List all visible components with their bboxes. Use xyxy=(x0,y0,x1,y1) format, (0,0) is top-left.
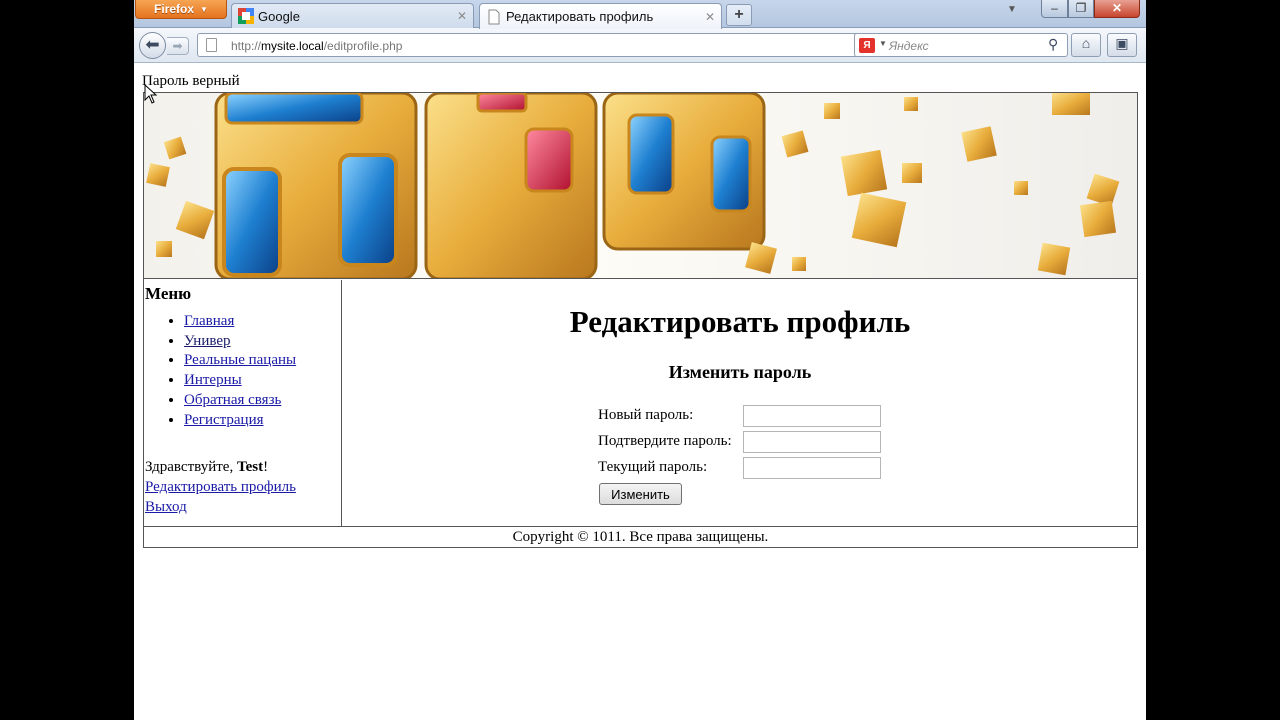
tab-strip: Firefox ▼ Google ✕ Редактировать профиль… xyxy=(134,0,1146,29)
chevron-down-icon[interactable]: ▼ xyxy=(879,39,887,48)
home-button[interactable]: ⌂ xyxy=(1071,33,1101,57)
firefox-menu-label: Firefox xyxy=(154,2,195,16)
footer: Copyright © 1011. Все права защищены. xyxy=(144,526,1137,547)
menu-link-feedback[interactable]: Обратная связь xyxy=(184,392,281,408)
forward-button[interactable]: ➡ xyxy=(167,37,189,55)
new-tab-button[interactable]: + xyxy=(726,4,752,26)
back-button[interactable]: ⬅ xyxy=(139,32,166,59)
tab-title: Google xyxy=(258,8,300,24)
list-item: Регистрация xyxy=(184,411,296,431)
close-icon[interactable]: ✕ xyxy=(705,10,715,24)
addon-bar-button[interactable]: ▣ xyxy=(1107,33,1137,57)
banner-image xyxy=(146,93,1120,278)
minimize-button[interactable]: – xyxy=(1041,0,1068,18)
firefox-menu-button[interactable]: Firefox ▼ xyxy=(135,0,227,19)
edit-profile-link[interactable]: Редактировать профиль xyxy=(145,479,296,496)
form-heading: Изменить пароль xyxy=(668,362,812,382)
confirm-password-label: Подтвердите пароль: xyxy=(598,433,732,449)
logout-link[interactable]: Выход xyxy=(145,499,187,516)
menu-list: Главная Универ Реальные пацаны Интерны О… xyxy=(144,312,296,430)
page-icon xyxy=(488,9,500,24)
yandex-engine-icon[interactable]: Я xyxy=(859,38,875,53)
list-item: Универ xyxy=(184,332,296,352)
chevron-down-icon: ▼ xyxy=(200,4,208,14)
browser-window: Firefox ▼ Google ✕ Редактировать профиль… xyxy=(134,0,1146,720)
confirm-password-field[interactable] xyxy=(743,431,881,453)
list-all-tabs-icon[interactable]: ▼ xyxy=(1007,4,1017,15)
current-password-label: Текущий пароль: xyxy=(598,459,708,475)
main-content: Редактировать профиль Изменить пароль Но… xyxy=(343,280,1137,526)
search-placeholder: Яндекс xyxy=(889,39,929,53)
menu-link-home[interactable]: Главная xyxy=(184,313,234,329)
sidebar: Меню Главная Универ Реальные пацаны Инте… xyxy=(144,280,342,526)
list-item: Обратная связь xyxy=(184,391,296,411)
web-page: Пароль верный Меню • Главная • Универ • … xyxy=(134,64,1146,720)
search-icon[interactable]: ⚲ xyxy=(1048,36,1058,53)
mouse-cursor-icon xyxy=(144,84,158,104)
navigation-toolbar: ⬅ ➡ http://mysite.local/editprofile.php … xyxy=(134,28,1146,63)
menu-link-realnye-patsany[interactable]: Реальные пацаны xyxy=(184,352,296,368)
maximize-button[interactable]: ❐ xyxy=(1068,0,1094,18)
google-favicon-icon xyxy=(238,8,254,24)
list-item: Главная xyxy=(184,312,296,332)
menu-link-interny[interactable]: Интерны xyxy=(184,372,242,388)
page-title: Редактировать профиль xyxy=(569,304,911,339)
menu-link-univer[interactable]: Универ xyxy=(184,333,231,349)
new-password-label: Новый пароль: xyxy=(598,407,694,423)
greeting-text: Здравствуйте, Test! xyxy=(145,459,269,475)
current-password-field[interactable] xyxy=(743,457,881,479)
new-password-field[interactable] xyxy=(743,405,881,427)
tab-title: Редактировать профиль xyxy=(506,9,654,24)
tab-google[interactable]: Google ✕ xyxy=(231,3,474,28)
change-password-button[interactable]: Изменить xyxy=(599,483,682,505)
list-item: Интерны xyxy=(184,371,296,391)
username: Test xyxy=(236,459,264,475)
url-text: http://mysite.local/editprofile.php xyxy=(231,39,403,53)
close-window-button[interactable]: ✕ xyxy=(1094,0,1140,18)
tab-edit-profile[interactable]: Редактировать профиль ✕ xyxy=(479,3,722,29)
close-icon[interactable]: ✕ xyxy=(457,9,467,23)
menu-link-registration[interactable]: Регистрация xyxy=(184,412,264,428)
page-layout-table: Меню Главная Универ Реальные пацаны Инте… xyxy=(143,92,1138,548)
list-item: Реальные пацаны xyxy=(184,351,296,371)
search-input[interactable]: Я ▼ Яндекс ⚲ xyxy=(854,33,1068,57)
menu-title: Меню xyxy=(145,284,192,303)
page-icon xyxy=(206,38,217,52)
header-banner xyxy=(144,93,1137,279)
